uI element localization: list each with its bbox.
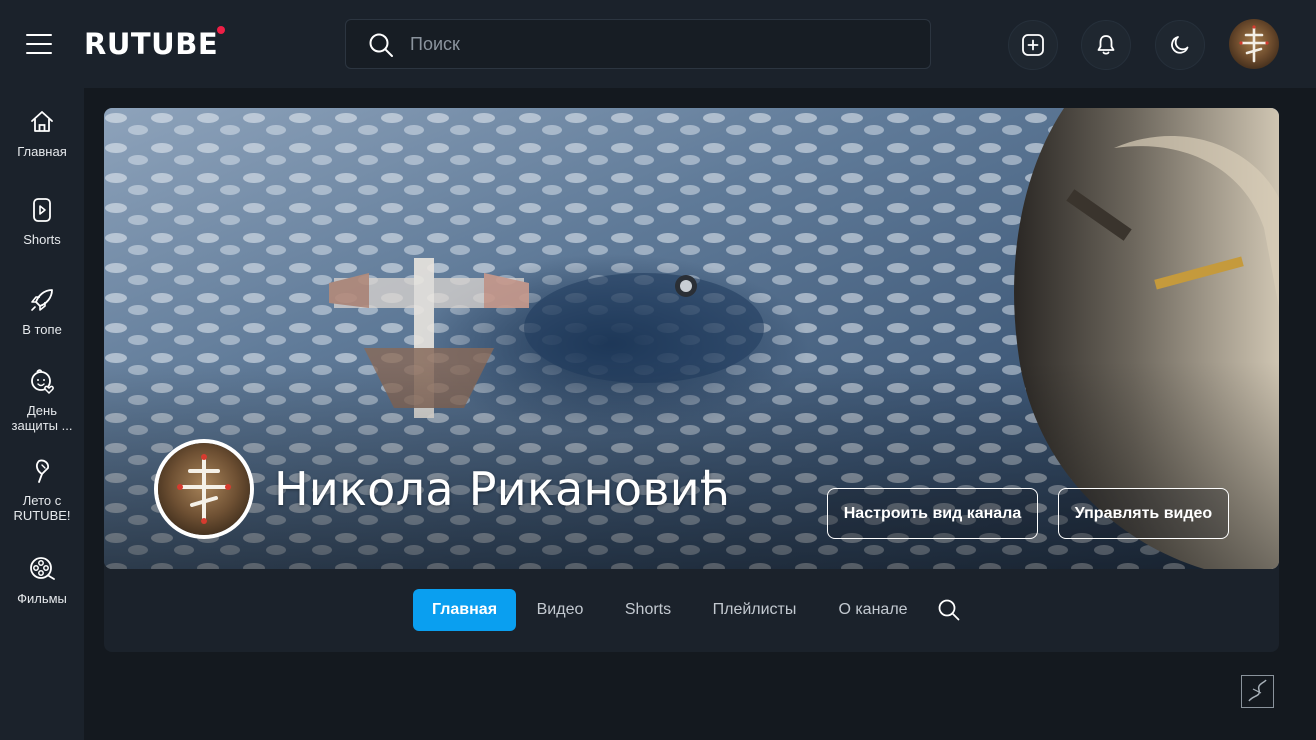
tab-search[interactable] [933, 589, 965, 631]
tab-about[interactable]: О канале [827, 589, 919, 631]
search-box[interactable] [345, 19, 931, 69]
tab-playlists[interactable]: Плейлисты [702, 589, 807, 631]
channel-avatar[interactable] [154, 439, 254, 539]
sidebar-item-shorts[interactable]: Shorts [0, 196, 84, 247]
sidebar-item-label: День защиты ... [11, 403, 73, 433]
customize-channel-button[interactable]: Настроить вид канала [827, 488, 1038, 539]
rutube-logo[interactable]: RUTUBE [84, 26, 226, 62]
sidebar-item-label: Лето с RUTUBE! [13, 493, 71, 523]
shorts-icon [33, 198, 51, 222]
search-input[interactable] [410, 20, 910, 68]
sidebar: Главная Shorts В топе День защиты ... Ле… [0, 88, 84, 740]
tab-shorts[interactable]: Shorts [614, 589, 682, 631]
help-widget-icon[interactable] [1241, 675, 1274, 708]
sidebar-item-movies[interactable]: Фильмы [0, 555, 84, 606]
channel-avatar-image [158, 443, 250, 535]
sidebar-item-label: Главная [17, 144, 67, 159]
bell-icon [1097, 35, 1115, 55]
upload-button[interactable] [1008, 20, 1058, 70]
channel-name: Никола Рикановић [274, 462, 731, 516]
sidebar-item-label: Shorts [23, 232, 61, 247]
sidebar-item-trending[interactable]: В топе [0, 286, 84, 337]
avatar-image [1229, 19, 1279, 69]
home-icon [31, 111, 53, 132]
theme-toggle-button[interactable] [1155, 20, 1205, 70]
moon-icon [1171, 36, 1189, 54]
sidebar-item-home[interactable]: Главная [0, 108, 84, 159]
sidebar-item-children-day[interactable]: День защиты ... [0, 367, 84, 433]
search-icon [938, 599, 960, 621]
user-avatar[interactable] [1229, 19, 1279, 69]
search-icon[interactable] [368, 32, 394, 58]
notifications-button[interactable] [1081, 20, 1131, 70]
film-reel-icon [30, 557, 55, 580]
sidebar-item-label: Фильмы [17, 591, 67, 606]
ice-cream-icon [35, 459, 50, 483]
rocket-icon [31, 289, 53, 311]
tab-home[interactable]: Главная [413, 589, 516, 631]
sidebar-item-summer[interactable]: Лето с RUTUBE! [0, 457, 84, 523]
menu-icon[interactable] [24, 30, 54, 58]
tab-videos[interactable]: Видео [526, 589, 594, 631]
manage-videos-button[interactable]: Управлять видео [1058, 488, 1229, 539]
logo-text: RUTUBE [84, 27, 219, 61]
child-heart-icon [31, 369, 54, 395]
sidebar-item-label: В топе [22, 322, 62, 337]
logo-dot [217, 26, 226, 34]
top-bar: RUTUBE [0, 0, 1316, 88]
add-video-icon [1022, 34, 1044, 56]
